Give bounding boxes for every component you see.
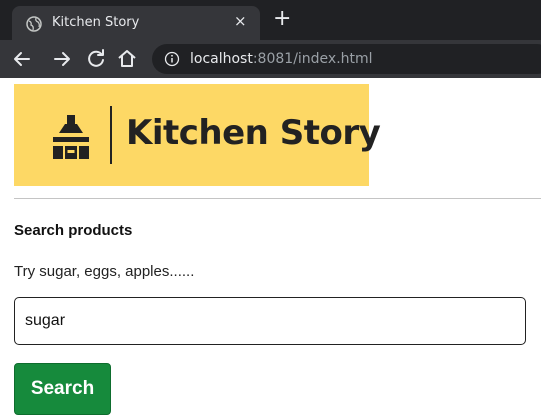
kitchen-hood-icon [53,115,89,159]
url-path: :8081/index.html [252,51,373,67]
search-heading: Search products [14,222,133,239]
close-tab-icon[interactable]: × [234,12,247,30]
globe-icon [26,16,42,32]
search-input[interactable] [14,297,526,345]
back-arrow-icon[interactable] [10,47,34,71]
url-text: localhost:8081/index.html [190,51,373,67]
search-button[interactable]: Search [14,363,111,415]
home-icon[interactable] [115,47,139,71]
url-host: localhost [190,51,253,67]
address-bar[interactable]: localhost:8081/index.html [152,44,541,74]
info-icon[interactable] [164,51,180,67]
browser-tab-bar: Kitchen Story × + [0,0,541,40]
site-banner: Kitchen Story [14,84,381,186]
forward-arrow-icon[interactable] [50,47,74,71]
logo-divider [110,106,112,164]
new-tab-icon[interactable]: + [273,6,291,32]
brand-name: Kitchen Story [126,113,381,153]
browser-toolbar: localhost:8081/index.html [0,40,541,78]
browser-tab[interactable]: Kitchen Story × [12,6,260,40]
search-hint: Try sugar, eggs, apples...... [14,263,195,280]
divider [14,198,541,199]
reload-icon[interactable] [84,47,108,71]
tab-title: Kitchen Story [52,15,140,30]
